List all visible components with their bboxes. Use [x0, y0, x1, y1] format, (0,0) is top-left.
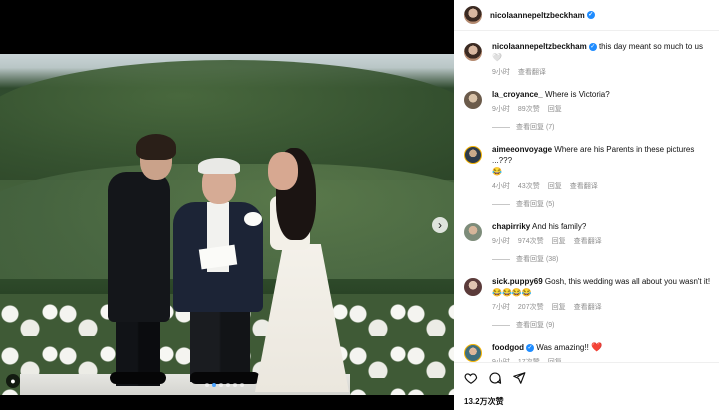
comment-username[interactable]: aimeeonvoyage — [492, 145, 552, 154]
view-replies-label[interactable]: 查看回复 (7) — [516, 122, 555, 132]
comment-emoji: 😂 — [492, 167, 502, 176]
post-header: nicolaannepeltzbeckham ✓ — [454, 0, 719, 31]
photo-bride-head — [268, 152, 298, 190]
verified-icon: ✓ — [586, 11, 595, 20]
photo-groom-shoes — [110, 372, 166, 384]
view-replies-label[interactable]: 查看回复 (9) — [516, 320, 555, 330]
view-replies-label[interactable]: 查看回复 (5) — [516, 199, 555, 209]
reply-button[interactable]: 回复 — [552, 302, 566, 312]
comment-username[interactable]: foodgod — [492, 343, 524, 352]
view-replies[interactable]: 查看回复 (7) — [492, 122, 711, 132]
action-buttons — [464, 371, 526, 385]
view-replies[interactable]: 查看回复 (5) — [492, 199, 711, 209]
comment-emoji: 😂😂😂😂 — [492, 288, 532, 297]
comment-username[interactable]: chapirriky — [492, 222, 530, 231]
comment-time[interactable]: 9小时 — [492, 104, 510, 114]
comment-meta: 9小时 974次赞 回复 查看翻译 — [492, 236, 711, 246]
comment-body: And his family? — [532, 222, 587, 231]
caption: nicolaannepeltzbeckham ✓ this day meant s… — [454, 41, 719, 77]
avatar[interactable] — [464, 278, 482, 296]
carousel-dot — [212, 383, 216, 387]
comment-text: aimeeonvoyage Where are his Parents in t… — [492, 144, 711, 177]
comment-body: Gosh, this wedding was all about you was… — [544, 277, 711, 286]
verified-icon: ✓ — [525, 343, 534, 352]
comment-username[interactable]: sick.puppy69 — [492, 277, 543, 286]
comment: sick.puppy69 Gosh, this wedding was all … — [454, 276, 719, 330]
comment-time[interactable]: 7小时 — [492, 302, 510, 312]
avatar[interactable] — [464, 43, 482, 61]
photo-bouquet — [244, 212, 262, 226]
reply-button[interactable]: 回复 — [548, 104, 562, 114]
author-username-text[interactable]: nicolaannepeltzbeckham — [490, 11, 585, 20]
replies-divider — [492, 126, 510, 128]
share-icon[interactable] — [512, 371, 526, 385]
caption-text: nicolaannepeltzbeckham ✓ this day meant s… — [492, 41, 711, 63]
carousel-dot — [219, 383, 223, 387]
author-username[interactable]: nicolaannepeltzbeckham ✓ — [490, 11, 595, 20]
comment-text: foodgod ✓ Was amazing!! ❤️ — [492, 342, 711, 353]
reply-button[interactable]: 回复 — [552, 236, 566, 246]
comment-text: la_croyance_ Where is Victoria? — [492, 89, 711, 100]
post-media: › ● — [0, 0, 454, 410]
heart-icon[interactable] — [464, 371, 478, 385]
translate-link[interactable]: 查看翻译 — [570, 181, 598, 191]
caption-time[interactable]: 9小时 — [492, 67, 510, 77]
avatar[interactable] — [464, 344, 482, 362]
photo-officiant-hair — [198, 158, 240, 174]
wedding-photo — [0, 54, 454, 395]
chevron-right-icon: › — [438, 218, 442, 232]
comment-likes[interactable]: 974次赞 — [518, 236, 544, 246]
comment-meta: 9小时 89次赞 回复 — [492, 104, 711, 114]
translate-link[interactable]: 查看翻译 — [518, 67, 546, 77]
caption-meta: 9小时 查看翻译 — [492, 67, 711, 77]
user-tag-icon: ● — [10, 376, 16, 386]
avatar[interactable] — [464, 223, 482, 241]
carousel-dot — [233, 383, 237, 387]
comment-list: nicolaannepeltzbeckham ✓ this day meant s… — [454, 34, 719, 367]
carousel-dot — [240, 383, 244, 387]
carousel-dot — [226, 383, 230, 387]
comment-text: chapirriky And his family? — [492, 221, 711, 232]
replies-divider — [492, 324, 510, 326]
comment-body: Where is Victoria? — [544, 90, 610, 99]
comment: aimeeonvoyage Where are his Parents in t… — [454, 144, 719, 209]
replies-divider — [492, 203, 510, 205]
post-sidebar: nicolaannepeltzbeckham ✓ nicolaannepeltzb… — [454, 0, 719, 410]
comment-emoji: ❤️ — [591, 342, 603, 352]
avatar[interactable] — [464, 146, 482, 164]
view-replies[interactable]: 查看回复 (9) — [492, 320, 711, 330]
comment-body: Was amazing!! — [536, 343, 589, 352]
comment-time[interactable]: 9小时 — [492, 236, 510, 246]
comment-meta: 4小时 43次赞 回复 查看翻译 — [492, 181, 711, 191]
verified-icon: ✓ — [588, 42, 597, 51]
comment-likes[interactable]: 89次赞 — [518, 104, 540, 114]
replies-divider — [492, 258, 510, 260]
comment-likes[interactable]: 43次赞 — [518, 181, 540, 191]
photo-groom-suit — [108, 172, 170, 322]
comment: chapirriky And his family? 9小时 974次赞 回复 … — [454, 221, 719, 264]
carousel-next-button[interactable]: › — [432, 217, 448, 233]
view-replies[interactable]: 查看回复 (38) — [492, 254, 711, 264]
carousel-dot — [205, 383, 209, 387]
post-actions-bar: 13.2万次赞 — [454, 362, 719, 410]
photo-officiant — [190, 304, 250, 382]
comment-icon[interactable] — [488, 371, 502, 385]
reply-button[interactable]: 回复 — [548, 181, 562, 191]
comment: la_croyance_ Where is Victoria? 9小时 89次赞… — [454, 89, 719, 132]
avatar[interactable] — [464, 6, 482, 24]
photo-groom-hair — [136, 134, 176, 160]
comment-meta: 7小时 207次赞 回复 查看翻译 — [492, 302, 711, 312]
comment-text: sick.puppy69 Gosh, this wedding was all … — [492, 276, 711, 298]
comment-likes[interactable]: 207次赞 — [518, 302, 544, 312]
translate-link[interactable]: 查看翻译 — [574, 302, 602, 312]
translate-link[interactable]: 查看翻译 — [574, 236, 602, 246]
likes-count[interactable]: 13.2万次赞 — [464, 396, 504, 407]
carousel-dots — [205, 383, 244, 387]
view-replies-label[interactable]: 查看回复 (38) — [516, 254, 558, 264]
user-tag-button[interactable]: ● — [6, 374, 20, 388]
comment-username[interactable]: la_croyance_ — [492, 90, 543, 99]
comment-time[interactable]: 4小时 — [492, 181, 510, 191]
avatar[interactable] — [464, 91, 482, 109]
caption-username[interactable]: nicolaannepeltzbeckham — [492, 42, 587, 51]
